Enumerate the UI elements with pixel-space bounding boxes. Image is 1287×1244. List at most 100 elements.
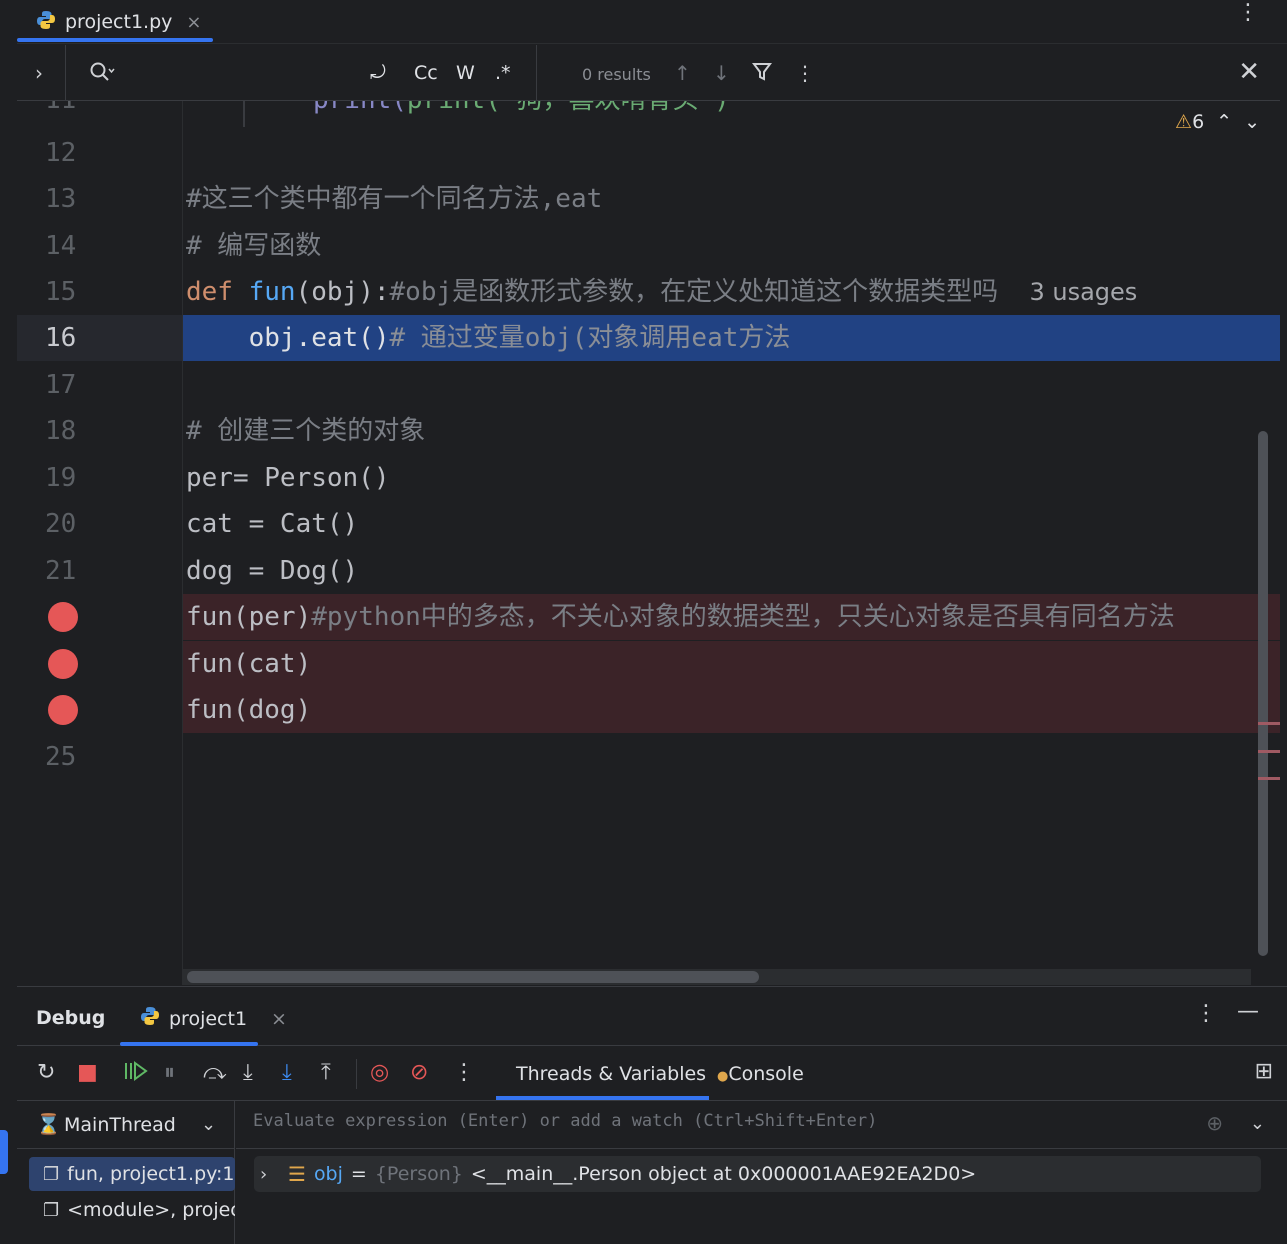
code-text: cat = Cat() [186, 509, 359, 539]
add-watch-icon[interactable]: ⊕ [1206, 1111, 1223, 1135]
step-out-icon[interactable]: ⤒ [321, 1060, 331, 1085]
more-icon[interactable]: ⋮ [795, 61, 815, 85]
code-comment: #python中的多态，不关心对象的数据类型，只关心对象是否具有同名方法 [311, 602, 1175, 632]
frame-label: fun, project1.py:16 [67, 1163, 235, 1185]
code-line: 17 [17, 362, 1280, 408]
search-icon[interactable] [89, 61, 115, 88]
line-number: 21 [45, 556, 77, 586]
breakpoint-highlight [183, 641, 1280, 687]
step-into-icon[interactable]: ⤓ [243, 1060, 253, 1085]
line-number: 15 [45, 277, 77, 307]
code-comment: # 编写函数 [186, 231, 322, 261]
expand-replace-icon[interactable]: › [35, 61, 43, 85]
minimize-icon[interactable]: — [1237, 999, 1259, 1024]
step-into-my-code-icon[interactable]: ⤓ [282, 1060, 292, 1085]
code-line: 11 print(print('狗，喜欢啃骨头') [17, 101, 1280, 127]
breakpoint-icon[interactable] [48, 649, 78, 679]
thread-selector[interactable]: ⌛ MainThread ⌄ [17, 1101, 235, 1149]
breakpoint-line: fun(cat) [17, 641, 1280, 687]
divider [356, 1059, 357, 1089]
frame-label: <module>, project1.py:22 [67, 1199, 235, 1221]
console-icon: ● [717, 1069, 729, 1084]
layout-icon[interactable]: ⊞ [1255, 1059, 1273, 1084]
code-text: dog = Dog() [186, 556, 359, 586]
code-builtin: print( [313, 101, 407, 115]
error-stripe-mark[interactable] [1258, 750, 1280, 753]
match-case-toggle[interactable]: Cc [414, 62, 438, 84]
code-function-name: fun [248, 277, 296, 307]
line-number: 19 [45, 463, 77, 493]
code-text: per= Person() [186, 463, 390, 493]
line-number: 14 [45, 231, 77, 261]
frame-icon: ❐ [43, 1199, 60, 1221]
breakpoint-icon[interactable] [48, 695, 78, 725]
more-icon[interactable]: ⋮ [1237, 0, 1259, 25]
line-number: 17 [45, 370, 77, 400]
preserve-case-icon[interactable]: ⤾ [370, 62, 386, 84]
divider [65, 45, 66, 101]
indent-guide [243, 101, 245, 127]
next-highlight-icon[interactable]: ⌄ [1244, 111, 1260, 133]
pause-icon[interactable]: ⏸ [164, 1060, 175, 1085]
code-call: obj.eat() [186, 323, 390, 353]
active-tab-indicator [17, 38, 213, 42]
python-file-icon [35, 9, 57, 36]
filter-icon[interactable] [751, 61, 773, 88]
error-stripe-mark[interactable] [1258, 722, 1280, 725]
view-breakpoints-icon[interactable]: ◎ [370, 1060, 389, 1085]
resume-icon[interactable] [123, 1060, 149, 1088]
frames-panel: ⌛ MainThread ⌄ ❐ fun, project1.py:16 ❐ <… [17, 1101, 235, 1244]
mute-breakpoints-icon[interactable]: ⊘ [410, 1060, 428, 1085]
debug-toolbar: ↻ ■ ⏸ ⤼ ⤓ ⤓ ⤒ ◎ ⊘ ⋮ Threads & Variables … [17, 1047, 1287, 1101]
close-icon[interactable]: ✕ [1238, 57, 1260, 87]
arrow-down-icon[interactable]: ↓ [713, 61, 730, 85]
variable-equals: = [350, 1163, 367, 1185]
usages-hint[interactable]: 3 usages [1029, 278, 1137, 306]
current-line: 16 obj.eat()# 通过变量obj(对象调用eat方法 [17, 315, 1280, 361]
divider [536, 45, 537, 101]
python-file-icon [139, 1005, 161, 1032]
close-icon[interactable]: × [271, 1008, 287, 1030]
code-editor[interactable]: 11 print(print('狗，喜欢啃骨头') 12 13 #这三个类中都有… [17, 101, 1280, 985]
variable-icon: ☰ [288, 1162, 306, 1186]
warning-icon: ⚠ [1175, 111, 1193, 133]
expand-icon[interactable]: › [260, 1164, 284, 1185]
chevron-down-icon[interactable]: ⌄ [1250, 1113, 1265, 1134]
whole-words-toggle[interactable]: W [456, 62, 475, 84]
evaluate-expression-input[interactable] [253, 1111, 1153, 1131]
close-icon[interactable]: × [186, 12, 201, 33]
step-over-icon[interactable]: ⤼ [203, 1060, 227, 1085]
variable-row[interactable]: › ☰ obj = {Person} <__main__.Person obje… [254, 1156, 1261, 1192]
previous-highlight-icon[interactable]: ⌃ [1216, 111, 1232, 133]
code-keyword: def [186, 277, 249, 307]
active-tab-indicator [496, 1096, 709, 1100]
more-icon[interactable]: ⋮ [1195, 1001, 1217, 1026]
stack-frame[interactable]: ❐ <module>, project1.py:22 [29, 1193, 235, 1227]
horizontal-scrollbar[interactable] [187, 971, 759, 983]
regex-toggle[interactable]: .* [495, 62, 511, 84]
stop-icon[interactable]: ■ [77, 1060, 98, 1085]
vertical-scrollbar[interactable] [1258, 431, 1268, 956]
breakpoint-icon[interactable] [48, 602, 78, 632]
thread-icon: ⌛ [36, 1112, 61, 1136]
line-number: 11 [45, 101, 115, 123]
stack-frame[interactable]: ❐ fun, project1.py:16 [29, 1157, 235, 1191]
tab-console[interactable]: ●Console [717, 1063, 804, 1085]
code-text: fun(cat) [186, 649, 312, 679]
debug-session-tab[interactable]: project1 × [139, 1005, 287, 1032]
more-icon[interactable]: ⋮ [453, 1060, 475, 1085]
code-comment: # 通过变量obj(对象调用eat方法 [389, 323, 791, 353]
code-line: 19 per= Person() [17, 455, 1280, 501]
tab-threads-variables[interactable]: Threads & Variables [516, 1063, 706, 1085]
inspection-widget[interactable]: ⚠6 ⌃ ⌄ [1175, 111, 1260, 133]
arrow-up-icon[interactable]: ↑ [674, 61, 691, 85]
line-number: 20 [45, 509, 77, 539]
code-line: 14 # 编写函数 [17, 223, 1280, 269]
error-stripe-mark[interactable] [1258, 777, 1280, 780]
rerun-icon[interactable]: ↻ [37, 1060, 55, 1085]
left-edge-accent [0, 1130, 8, 1174]
code-line: 21 dog = Dog() [17, 548, 1280, 594]
code-string: print('狗，喜欢啃骨头') [407, 101, 730, 115]
code-line: 12 [17, 130, 1280, 176]
warning-count: ⚠6 [1175, 111, 1205, 133]
